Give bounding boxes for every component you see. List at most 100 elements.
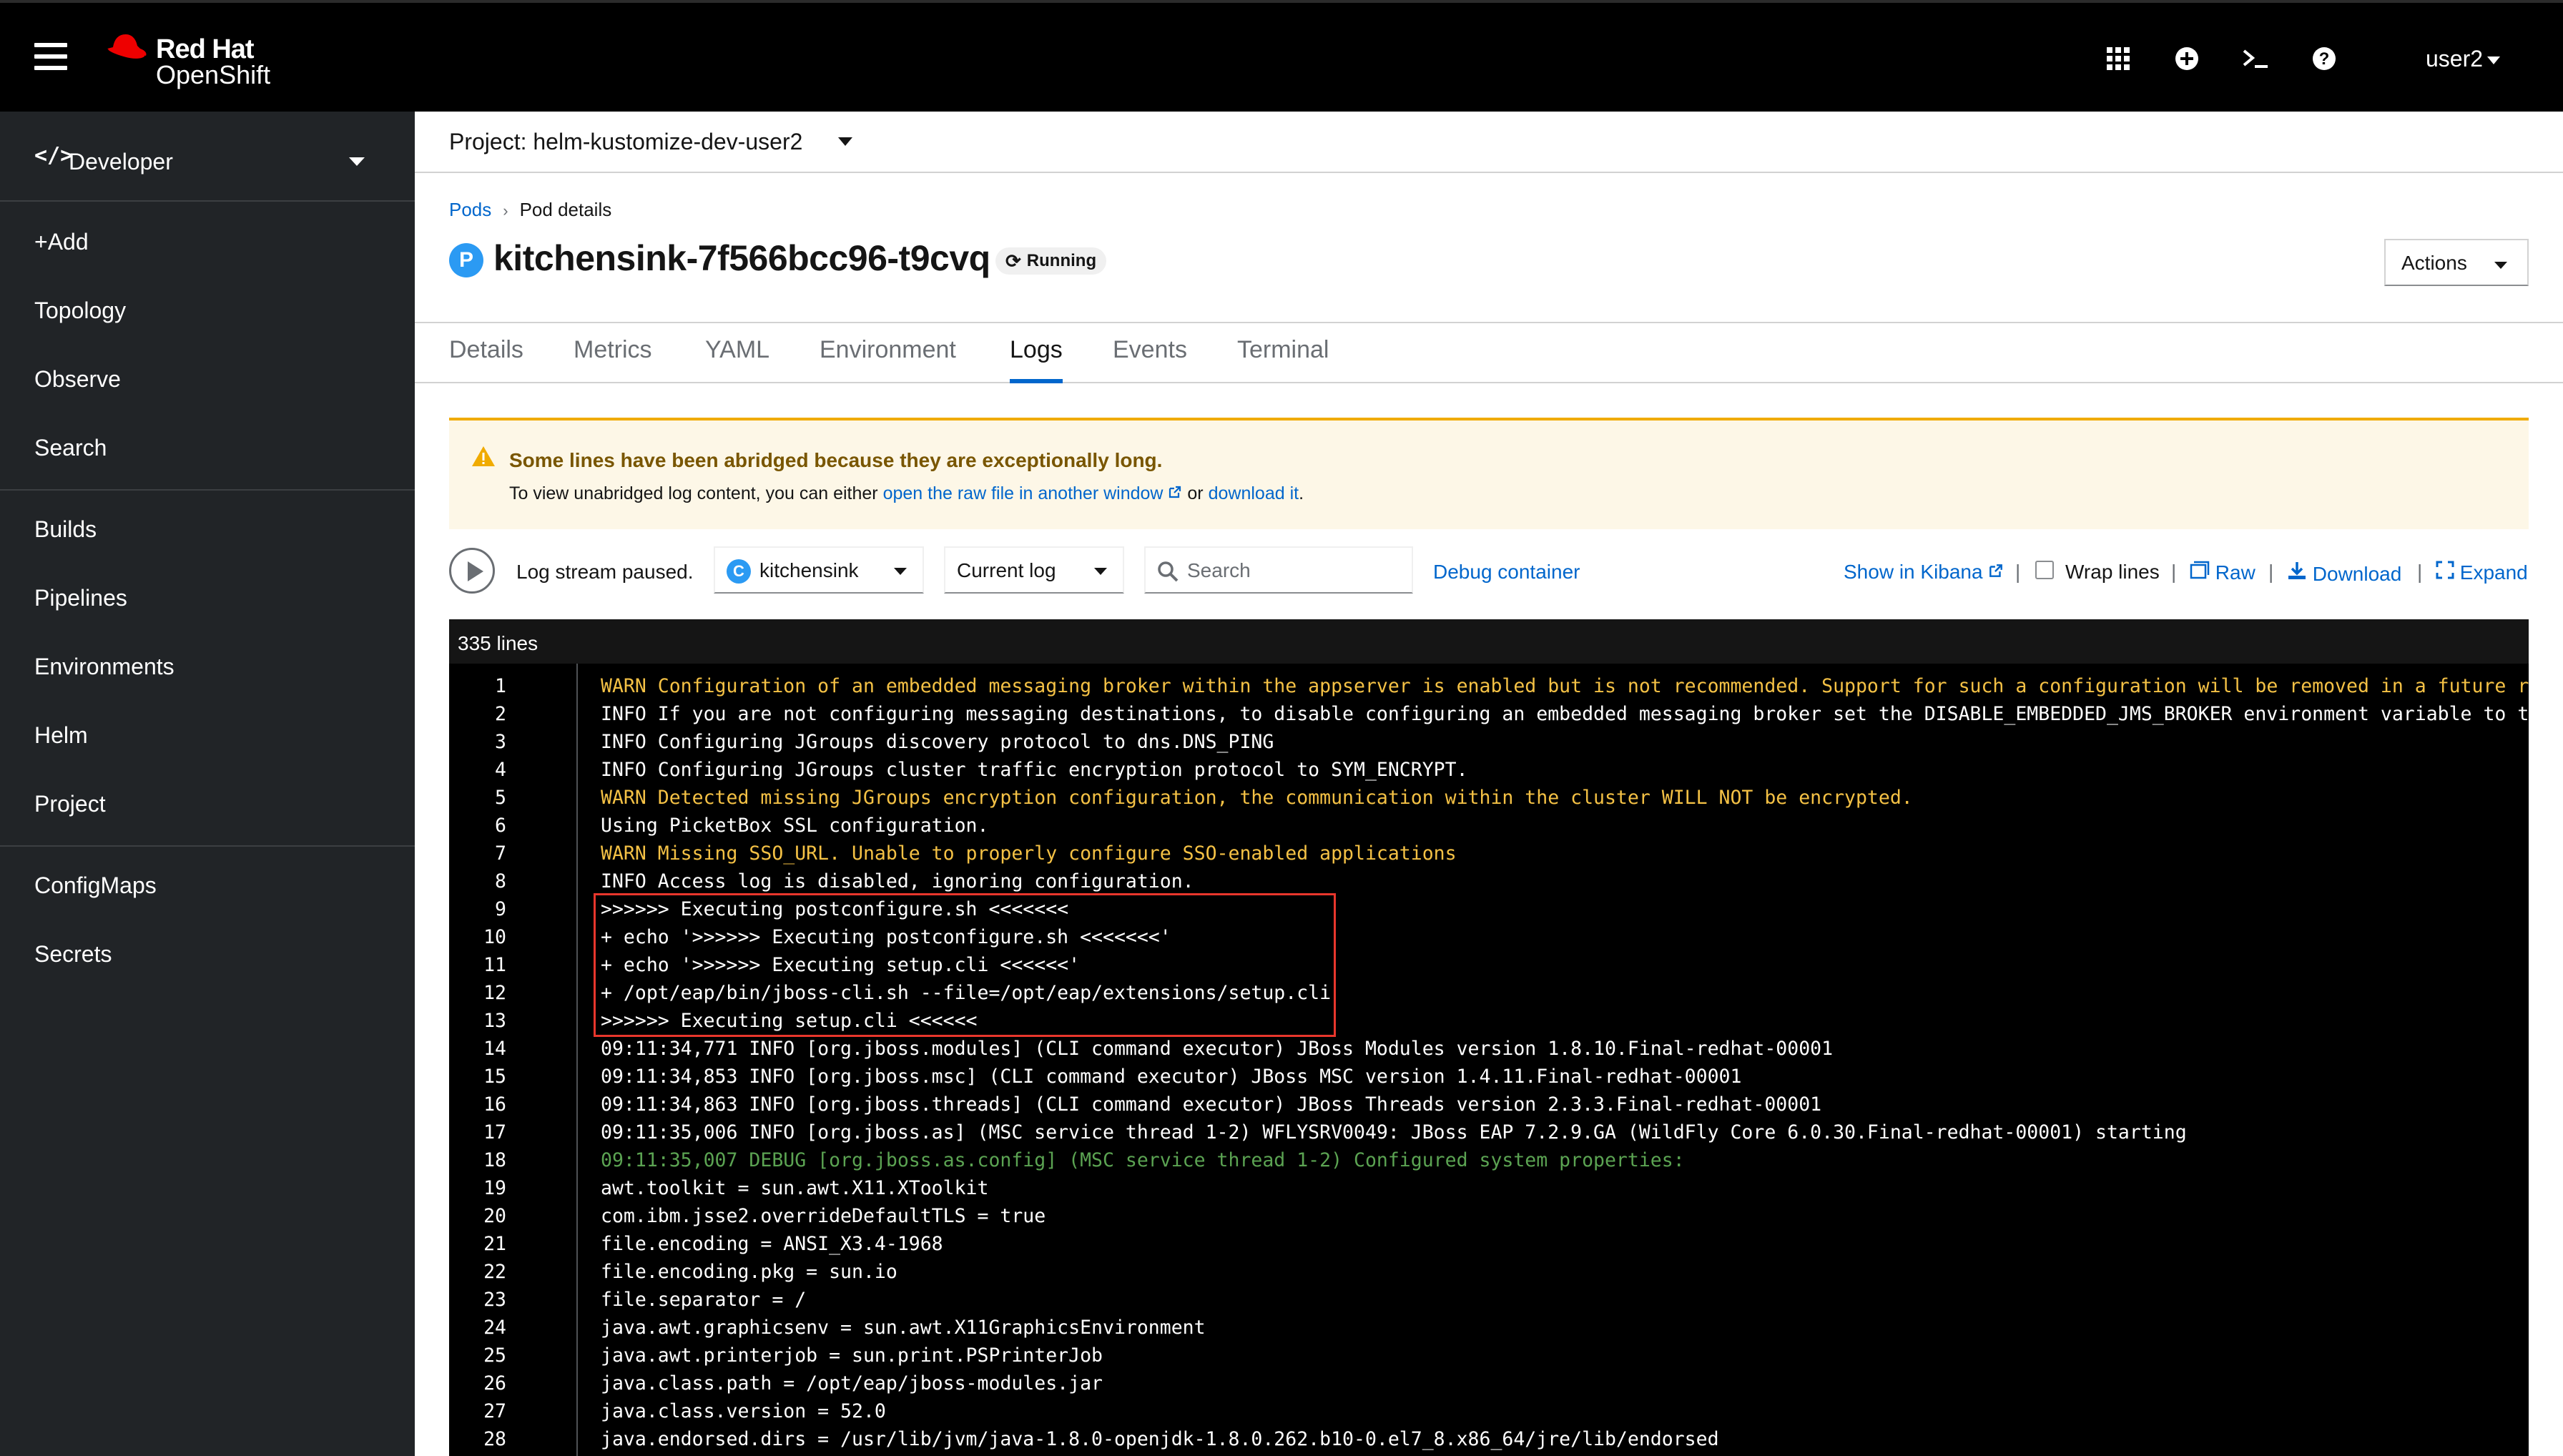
log-line: 27 java.class.version = 52.0: [449, 1397, 2529, 1425]
log-line-number: 14: [483, 1038, 506, 1060]
log-line-text: INFO If you are not configuring messagin…: [601, 703, 2529, 725]
tab-logs[interactable]: Logs: [1010, 336, 1063, 383]
alert-title: Some lines have been abridged because th…: [509, 449, 1163, 471]
log-line-text: Using PicketBox SSL configuration.: [601, 815, 989, 837]
user-menu[interactable]: user2: [2426, 46, 2501, 72]
log-line-text: file.separator = /: [601, 1289, 807, 1311]
log-search[interactable]: [1144, 546, 1413, 594]
toolbar-divider: |: [2015, 561, 2021, 583]
log-line-number: 13: [483, 1010, 506, 1032]
log-line-text: 09:11:34,771 INFO [org.jboss.modules] (C…: [601, 1038, 1834, 1060]
breadcrumb-pods-link[interactable]: Pods: [449, 199, 491, 220]
log-line-number: 2: [495, 703, 506, 725]
log-line: 19 awt.toolkit = sun.awt.X11.XToolkit: [449, 1174, 2529, 1202]
wrap-lines-label: Wrap lines: [2065, 561, 2160, 583]
tab-yaml[interactable]: YAML: [705, 336, 769, 383]
download-it-link[interactable]: download it: [1209, 483, 1299, 503]
log-line-text: >>>>>> Executing setup.cli <<<<<<: [601, 1010, 978, 1032]
expand-link[interactable]: Expand: [2436, 561, 2528, 584]
log-line-text: INFO Configuring JGroups cluster traffic…: [601, 759, 1468, 781]
log-line-text: WARN Configuration of an embedded messag…: [601, 675, 2529, 697]
sidebar-item-builds[interactable]: Builds: [34, 516, 97, 543]
warning-icon: [472, 446, 495, 466]
sidebar-item-helm[interactable]: Helm: [34, 722, 88, 749]
log-line-text: >>>>>> Executing postconfigure.sh <<<<<<…: [601, 898, 1069, 920]
kibana-label: Show in Kibana: [1844, 561, 1983, 583]
alert-body: To view unabridged log content, you can …: [509, 483, 1304, 504]
download-link[interactable]: Download: [2287, 561, 2401, 586]
sidebar-item-environments[interactable]: Environments: [34, 654, 174, 680]
breadcrumb: Pods › Pod details: [449, 199, 611, 221]
log-line-number: 22: [483, 1261, 506, 1283]
sidebar-item-pipelines[interactable]: Pipelines: [34, 585, 127, 611]
log-line: 12 + /opt/eap/bin/jboss-cli.sh --file=/op…: [449, 979, 2529, 1007]
show-in-kibana-link[interactable]: Show in Kibana: [1844, 561, 2004, 584]
sidebar-item-topology[interactable]: Topology: [34, 297, 126, 324]
play-icon[interactable]: [449, 548, 495, 594]
sidebar-item-secrets[interactable]: Secrets: [34, 941, 112, 968]
container-badge: C: [727, 559, 751, 584]
log-line: 21 file.encoding = ANSI_X3.4-1968: [449, 1230, 2529, 1258]
tab-environment[interactable]: Environment: [820, 336, 956, 383]
log-line-number: 3: [495, 731, 506, 753]
search-input[interactable]: [1187, 558, 1402, 584]
log-type-select[interactable]: Current log: [944, 546, 1124, 594]
log-line: 8 INFO Access log is disabled, ignoring c…: [449, 867, 2529, 895]
status-label: Running: [1026, 251, 1097, 270]
sidebar-item-add[interactable]: +Add: [34, 229, 89, 255]
log-line-number: 1: [495, 675, 506, 697]
log-line: 11 + echo '>>>>>> Executing setup.cli <<<…: [449, 951, 2529, 979]
log-line: 13 >>>>>> Executing setup.cli <<<<<<: [449, 1007, 2529, 1035]
log-line-number: 21: [483, 1233, 506, 1255]
caret-down-icon[interactable]: [838, 137, 852, 146]
toolbar-divider: |: [2417, 561, 2423, 583]
menu-icon[interactable]: [34, 43, 67, 72]
log-line: 6 Using PicketBox SSL configuration.: [449, 812, 2529, 840]
app-launcher-icon[interactable]: [2102, 43, 2134, 74]
toolbar-divider: |: [2171, 561, 2177, 583]
log-line-number: 20: [483, 1205, 506, 1227]
caret-down-icon: [1094, 568, 1107, 575]
log-line-number: 28: [483, 1428, 506, 1450]
log-line-text: 09:11:34,853 INFO [org.jboss.msc] (CLI c…: [601, 1066, 1742, 1088]
log-line: 9 >>>>>> Executing postconfigure.sh <<<<<…: [449, 895, 2529, 923]
sidebar-item-project[interactable]: Project: [34, 791, 106, 817]
log-line-number: 12: [483, 982, 506, 1004]
tab-bar: Details Metrics YAML Environment Logs Ev…: [415, 322, 2563, 383]
log-viewer[interactable]: 1 WARN Configuration of an embedded messa…: [449, 664, 2529, 1456]
log-line-number: 18: [483, 1149, 506, 1171]
raw-link[interactable]: Raw: [2190, 561, 2255, 584]
sidebar-item-observe[interactable]: Observe: [34, 366, 121, 393]
actions-dropdown[interactable]: Actions: [2384, 239, 2529, 286]
raw-label: Raw: [2215, 561, 2255, 584]
log-line-number: 23: [483, 1289, 506, 1311]
debug-container-link[interactable]: Debug container: [1433, 561, 1580, 584]
expand-label: Expand: [2459, 561, 2528, 584]
log-line-text: + echo '>>>>>> Executing setup.cli <<<<<…: [601, 954, 1081, 976]
log-line-text: 09:11:35,007 DEBUG [org.jboss.as.config]…: [601, 1149, 1685, 1171]
code-icon: </>: [34, 143, 74, 168]
add-icon[interactable]: [2171, 43, 2203, 74]
terminal-icon[interactable]: [2240, 43, 2271, 74]
log-line-number: 15: [483, 1066, 506, 1088]
caret-down-icon: [2487, 56, 2501, 65]
tab-details[interactable]: Details: [449, 336, 523, 383]
tab-terminal[interactable]: Terminal: [1237, 336, 1329, 383]
log-line: 22 file.encoding.pkg = sun.io: [449, 1258, 2529, 1286]
log-line: 1 WARN Configuration of an embedded messa…: [449, 672, 2529, 700]
tab-events[interactable]: Events: [1113, 336, 1187, 383]
project-selector[interactable]: Project: helm-kustomize-dev-user2: [449, 129, 802, 155]
container-select[interactable]: C kitchensink: [714, 546, 924, 594]
wrap-lines-checkbox[interactable]: [2035, 561, 2054, 579]
sidebar-item-configmaps[interactable]: ConfigMaps: [34, 872, 157, 899]
alert-body-prefix: To view unabridged log content, you can …: [509, 483, 878, 503]
perspective-switcher[interactable]: </> Developer: [0, 112, 415, 202]
actions-label: Actions: [2401, 252, 2467, 274]
log-line: 18 09:11:35,007 DEBUG [org.jboss.as.confi…: [449, 1146, 2529, 1174]
sidebar-item-search[interactable]: Search: [34, 435, 107, 461]
raw-icon: [2190, 561, 2210, 579]
help-icon[interactable]: ?: [2308, 43, 2340, 74]
tab-metrics[interactable]: Metrics: [574, 336, 652, 383]
open-raw-link[interactable]: open the raw file in another window: [883, 483, 1183, 503]
log-line: 14 09:11:34,771 INFO [org.jboss.modules] …: [449, 1035, 2529, 1063]
